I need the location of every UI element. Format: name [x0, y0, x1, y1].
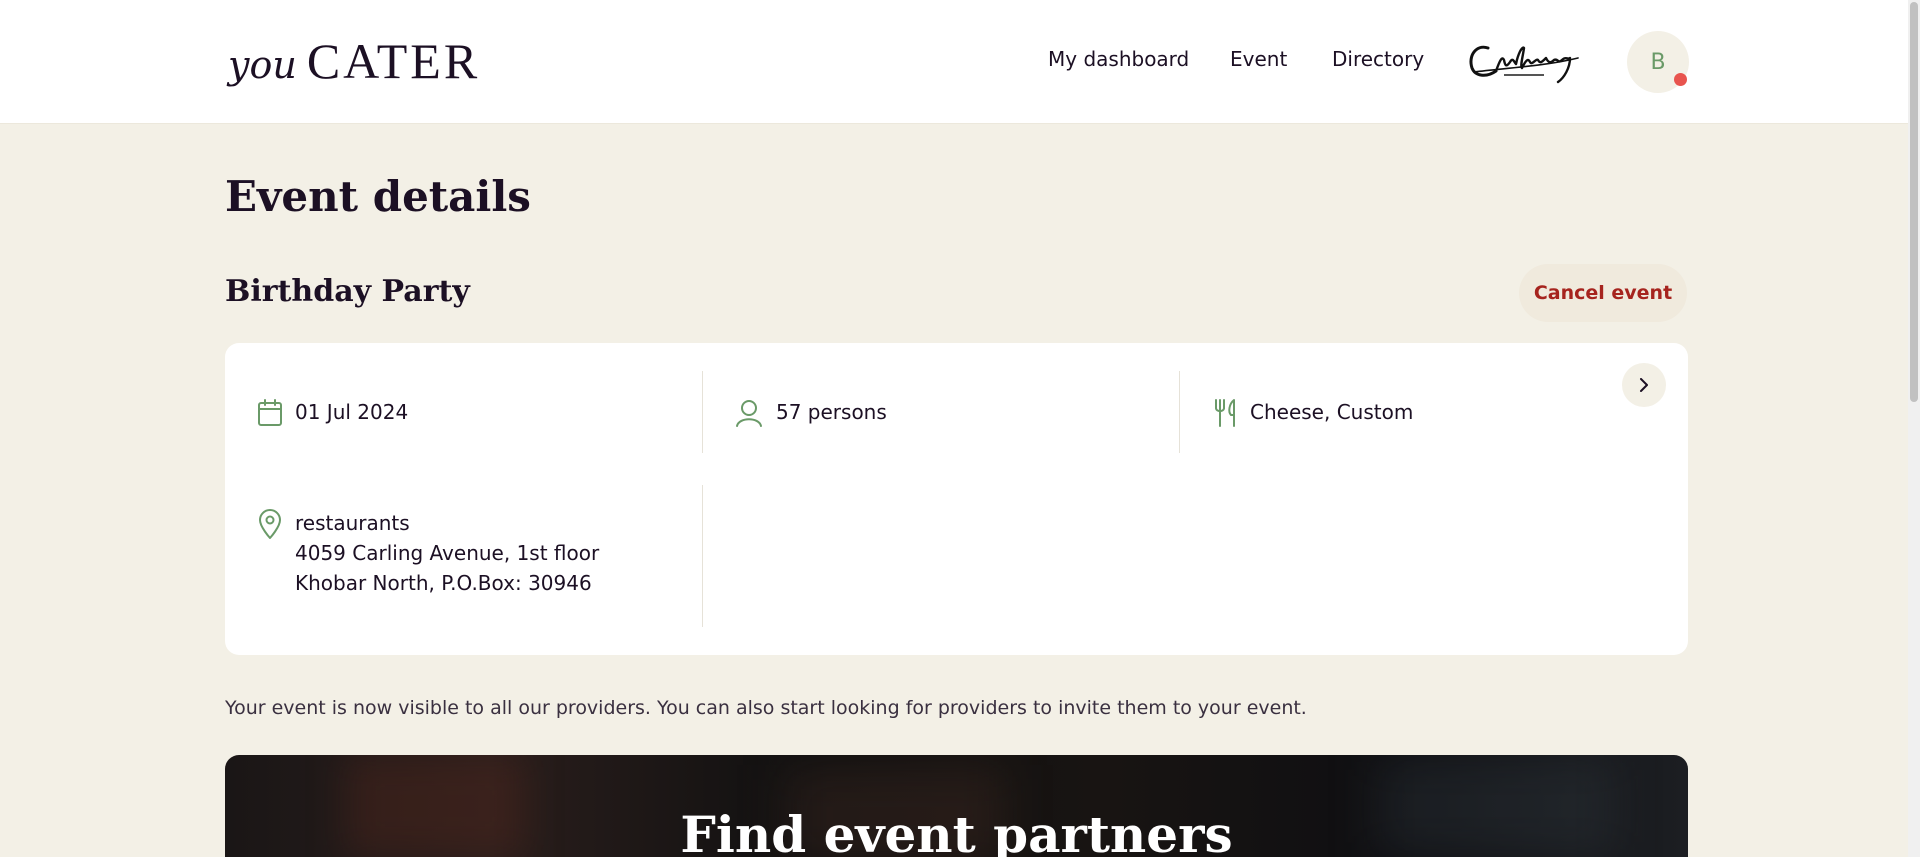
calendar-icon	[258, 399, 282, 426]
nav-directory[interactable]: Directory	[1332, 47, 1424, 71]
logo-cater-text: CATER	[306, 33, 481, 89]
banner-title: Find event partners	[680, 805, 1233, 857]
address-line-1: 4059 Carling Avenue, 1st floor	[295, 541, 600, 565]
nav-event[interactable]: Event	[1230, 47, 1287, 71]
culinary-collection-logo[interactable]	[1466, 38, 1582, 86]
event-details-card: 01 Jul 2024 57 persons Cheese, Custom re…	[225, 343, 1688, 655]
guest-count: 57 persons	[776, 400, 887, 424]
cuisine-types: Cheese, Custom	[1250, 400, 1414, 424]
next-button[interactable]	[1622, 363, 1666, 407]
page-scrollbar[interactable]	[1908, 0, 1920, 857]
cancel-event-button[interactable]: Cancel event	[1519, 264, 1687, 322]
notification-dot	[1674, 73, 1687, 86]
user-avatar[interactable]: B	[1627, 31, 1689, 93]
divider	[702, 371, 703, 453]
event-date: 01 Jul 2024	[295, 400, 409, 424]
visibility-info-text: Your event is now visible to all our pro…	[225, 697, 1307, 719]
address-line-2: Khobar North, P.O.Box: 30946	[295, 571, 592, 595]
divider	[702, 485, 703, 627]
date-cell: 01 Jul 2024	[257, 398, 408, 428]
cuisine-cell: Cheese, Custom	[1212, 398, 1413, 428]
scrollbar-thumb[interactable]	[1910, 2, 1918, 402]
find-partners-banner[interactable]: Find event partners	[225, 755, 1688, 857]
avatar-initial: B	[1650, 49, 1666, 75]
address-block: restaurants 4059 Carling Avenue, 1st flo…	[295, 508, 599, 598]
chevron-right-icon	[1640, 378, 1648, 392]
person-icon	[736, 400, 762, 427]
location-cell: restaurants 4059 Carling Avenue, 1st flo…	[257, 508, 599, 598]
youcater-logo[interactable]: you CATER	[228, 32, 481, 89]
nav-my-dashboard[interactable]: My dashboard	[1048, 47, 1189, 71]
map-pin-icon	[259, 509, 281, 539]
guests-cell: 57 persons	[734, 398, 887, 428]
divider	[1179, 371, 1180, 453]
cutlery-icon	[1215, 399, 1235, 427]
page-title: Event details	[225, 172, 531, 221]
top-header: you CATER My dashboard Event Directory B	[0, 0, 1920, 124]
venue-name: restaurants	[295, 511, 410, 535]
logo-you-text: you	[228, 43, 297, 87]
event-name: Birthday Party	[225, 274, 470, 309]
